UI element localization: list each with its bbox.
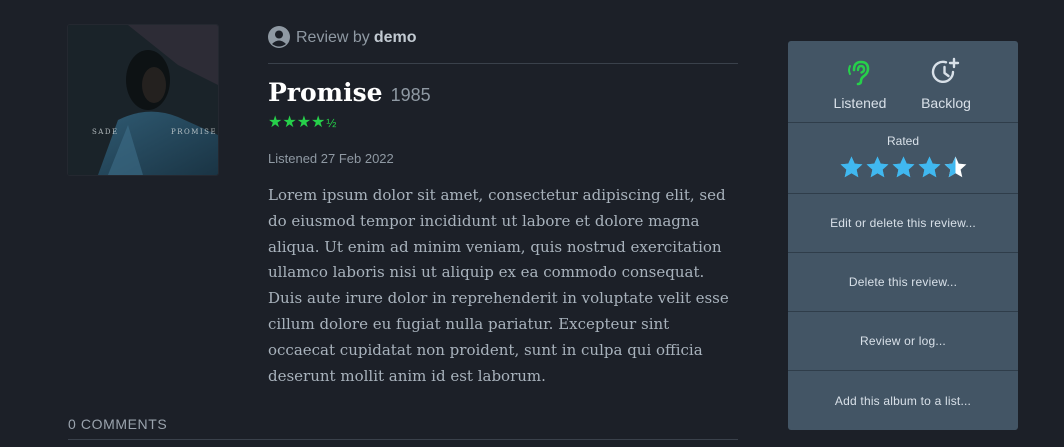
album-cover[interactable]: SADE PROMISE [68, 25, 218, 175]
album-title[interactable]: Promise [268, 78, 383, 107]
album-year[interactable]: 1985 [391, 85, 431, 106]
action-buttons: Listened Backlog [788, 41, 1018, 123]
backlog-button[interactable]: Backlog [916, 57, 976, 122]
backlog-label: Backlog [921, 95, 971, 111]
reviewer-username[interactable]: demo [374, 29, 417, 46]
review-stars: ★★★★ [268, 114, 326, 131]
listened-date: Listened 27 Feb 2022 [268, 151, 394, 166]
byline-prefix: Review by [296, 29, 370, 46]
clock-plus-icon [931, 57, 960, 84]
review-star-rating: ★★★★ ½ [268, 114, 336, 132]
album-heading: Promise 1985 [268, 78, 431, 107]
star-icon[interactable] [865, 155, 890, 180]
star-icon[interactable] [943, 155, 968, 180]
review-text: Lorem ipsum dolor sit amet, consectetur … [268, 186, 729, 385]
comments-header: 0 COMMENTS [68, 416, 738, 440]
cover-artist-text: SADE [92, 128, 119, 136]
listened-button[interactable]: Listened [830, 57, 890, 122]
edit-delete-review-link[interactable]: Edit or delete this review... [788, 194, 1018, 253]
cover-title-text: PROMISE [171, 128, 218, 136]
user-icon [268, 26, 290, 48]
star-icon[interactable] [891, 155, 916, 180]
star-icon[interactable] [839, 155, 864, 180]
cover-art [68, 25, 218, 175]
add-to-list-link[interactable]: Add this album to a list... [788, 371, 1018, 430]
rated-label: Rated [886, 134, 920, 148]
actions-panel: Listened Backlog Rated Edit or delete th… [788, 41, 1018, 430]
review-half-star: ½ [326, 116, 337, 130]
review-byline: Review by demo [268, 26, 738, 64]
delete-review-link[interactable]: Delete this review... [788, 253, 1018, 312]
rating-stars[interactable] [788, 155, 1018, 180]
listened-label: Listened [833, 95, 887, 111]
rating-section: Rated [788, 123, 1018, 194]
ear-icon [848, 60, 870, 86]
star-icon[interactable] [917, 155, 942, 180]
review-or-log-link[interactable]: Review or log... [788, 312, 1018, 371]
